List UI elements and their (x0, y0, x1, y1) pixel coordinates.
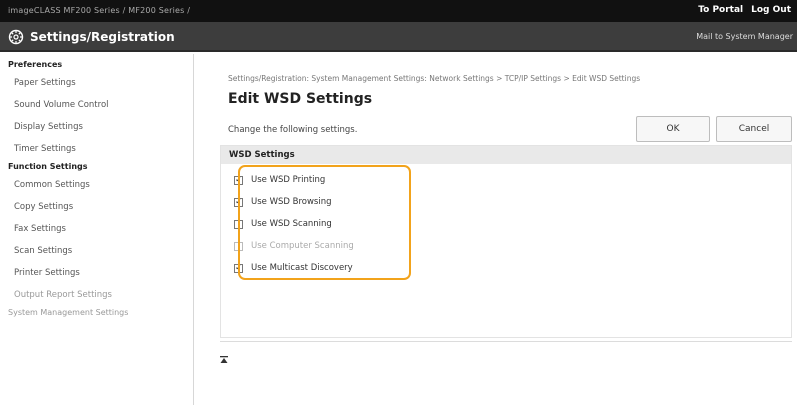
checkbox-use-wsd-printing[interactable]: ✓ (234, 175, 243, 185)
breadcrumb: Settings/Registration: System Management… (228, 74, 641, 83)
log-out-link[interactable]: Log Out (751, 5, 791, 15)
top-links: To Portal Log Out (698, 5, 791, 15)
sidebar: Preferences Paper Settings Sound Volume … (0, 54, 194, 405)
mail-to-system-manager-link[interactable]: Mail to System Manager (696, 32, 793, 41)
top-bar: imageCLASS MF200 Series / MF200 Series /… (0, 0, 797, 22)
checkbox-use-multicast-discovery[interactable]: ✓ (234, 263, 243, 273)
option-use-wsd-scanning[interactable]: Use WSD Scanning (234, 216, 332, 232)
instruction-text: Change the following settings. (228, 125, 358, 135)
cancel-button[interactable]: Cancel (716, 116, 792, 142)
checkbox-use-wsd-scanning[interactable] (234, 219, 243, 229)
gear-icon (8, 29, 24, 45)
sidebar-item-printer-settings[interactable]: Printer Settings (0, 262, 193, 284)
sidebar-heading-preferences: Preferences (8, 60, 63, 69)
option-use-computer-scanning: Use Computer Scanning (234, 238, 354, 254)
sidebar-item-copy-settings[interactable]: Copy Settings (0, 196, 193, 218)
sidebar-heading-function-settings: Function Settings (8, 162, 88, 171)
sidebar-item-paper-settings[interactable]: Paper Settings (0, 72, 193, 94)
sidebar-item-display-settings[interactable]: Display Settings (0, 116, 193, 138)
option-label: Use Multicast Discovery (251, 263, 353, 273)
to-portal-link[interactable]: To Portal (698, 5, 743, 15)
sidebar-item-output-report-settings[interactable]: Output Report Settings (0, 284, 193, 306)
page-header-title: Settings/Registration (30, 30, 175, 44)
checkbox-use-computer-scanning (234, 241, 243, 251)
option-label: Use WSD Printing (251, 175, 326, 185)
sidebar-item-sound-volume-control[interactable]: Sound Volume Control (0, 94, 193, 116)
sidebar-item-timer-settings[interactable]: Timer Settings (0, 138, 193, 160)
option-label: Use WSD Scanning (251, 219, 332, 229)
sidebar-item-fax-settings[interactable]: Fax Settings (0, 218, 193, 240)
option-use-multicast-discovery[interactable]: ✓ Use Multicast Discovery (234, 260, 353, 276)
title-bar: Settings/Registration Mail to System Man… (0, 22, 797, 52)
option-label: Use Computer Scanning (251, 241, 354, 251)
section-title: WSD Settings (221, 146, 791, 164)
sidebar-heading-system-management[interactable]: System Management Settings (0, 306, 193, 320)
page-title: Edit WSD Settings (228, 91, 373, 107)
to-top-icon[interactable] (220, 356, 228, 364)
divider (220, 341, 792, 342)
ok-button[interactable]: OK (636, 116, 710, 142)
sidebar-item-scan-settings[interactable]: Scan Settings (0, 240, 193, 262)
option-use-wsd-browsing[interactable]: ✓ Use WSD Browsing (234, 194, 332, 210)
device-name: imageCLASS MF200 Series / MF200 Series / (8, 6, 191, 15)
checkbox-use-wsd-browsing[interactable]: ✓ (234, 197, 243, 207)
option-label: Use WSD Browsing (251, 197, 332, 207)
option-use-wsd-printing[interactable]: ✓ Use WSD Printing (234, 172, 325, 188)
sidebar-item-common-settings[interactable]: Common Settings (0, 174, 193, 196)
